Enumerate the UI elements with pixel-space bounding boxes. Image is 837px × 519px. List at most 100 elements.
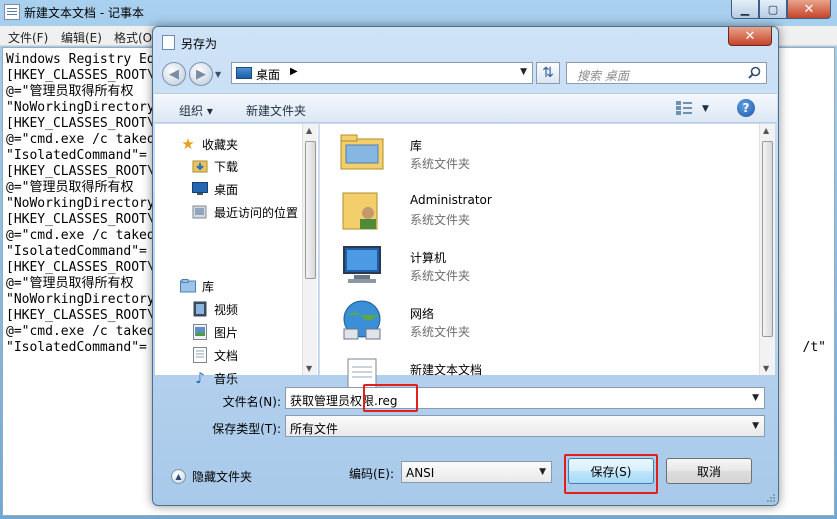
nav-documents[interactable]: 文档 [192, 345, 238, 365]
nav-pictures[interactable]: 图片 [192, 322, 238, 342]
scroll-up-icon[interactable]: ▲ [306, 126, 312, 135]
back-button[interactable]: ◀ [162, 62, 186, 86]
nav-label: 库 [202, 279, 215, 294]
minimize-button[interactable]: ▁ [731, 0, 759, 19]
file-list: 库 系统文件夹 Administrator 系统文件夹 计算机 系统文件夹 网络… [319, 124, 775, 396]
new-folder-button[interactable]: 新建文件夹 [246, 102, 306, 119]
scroll-down-icon[interactable]: ▼ [306, 364, 312, 373]
file-name: 计算机 [410, 251, 447, 265]
encoding-value: ANSI [406, 466, 435, 480]
filename-dropdown-icon[interactable]: ▼ [752, 393, 759, 403]
nav-label: 桌面 [214, 182, 239, 197]
save-type-value: 所有文件 [290, 422, 339, 436]
scroll-down-icon[interactable]: ▼ [763, 364, 769, 373]
desktop-icon [192, 181, 208, 197]
nav-label: 视频 [214, 302, 239, 317]
address-bar[interactable]: 桌面 ▶ ▼ [231, 62, 533, 84]
list-item[interactable]: 网络 系统文件夹 [338, 297, 738, 351]
caption-buttons: ▁ ▢ ✕ [731, 0, 831, 19]
search-icon[interactable] [748, 66, 761, 79]
file-name: Administrator [410, 193, 492, 207]
address-location[interactable]: 桌面 [256, 66, 280, 83]
list-item[interactable]: 计算机 系统文件夹 [338, 241, 738, 295]
hide-folders-toggle[interactable]: ▲ 隐藏文件夹 [171, 468, 252, 485]
notepad-app-icon [4, 4, 20, 20]
user-folder-icon [342, 192, 378, 230]
text-line: [HKEY_CLASSES_ROOT\ [6, 308, 155, 323]
save-button[interactable]: 保存(S) [568, 458, 654, 484]
menu-edit[interactable]: 编辑(E) [61, 29, 102, 46]
navigation-pane: ★ 收藏夹 下载 桌面 最近访问的位置 库 视频 图片 文档 ♪ 音乐 ▲ ▼ [155, 124, 318, 387]
back-arrow-icon: ◀ [169, 66, 179, 82]
collapse-icon: ▲ [171, 469, 186, 484]
dialog-close-button[interactable]: ✕ [728, 27, 772, 46]
close-button[interactable]: ✕ [787, 0, 831, 19]
organize-menu[interactable]: 组织 ▾ [179, 102, 213, 119]
text-line: @="管理员取得所有权 [6, 276, 134, 291]
close-icon: ✕ [744, 28, 756, 44]
menu-file[interactable]: 文件(F) [8, 29, 48, 46]
save-type-select[interactable]: 所有文件 ▼ [285, 415, 765, 437]
scrollbar-thumb[interactable] [305, 141, 316, 279]
text-line: @="cmd.exe /c takeo [6, 228, 155, 243]
scrollbar-thumb[interactable] [762, 141, 773, 337]
scroll-up-icon[interactable]: ▲ [763, 126, 769, 135]
save-type-dropdown-icon[interactable]: ▼ [752, 421, 759, 431]
nav-libraries[interactable]: 库 [180, 276, 214, 296]
view-dropdown-icon[interactable]: ▼ [702, 104, 709, 114]
forward-arrow-icon: ▶ [196, 66, 206, 82]
menu-format[interactable]: 格式(O) [114, 29, 157, 46]
close-icon: ✕ [803, 1, 815, 17]
encoding-select[interactable]: ANSI ▼ [401, 461, 552, 483]
save-as-dialog: 另存为 ✕ ◀ ▶ ▼ 桌面 ▶ ▼ ⇅ 搜索 桌面 组织 ▾ 新建文件夹 ▼ … [152, 26, 779, 506]
documents-icon [192, 347, 208, 363]
encoding-dropdown-icon[interactable]: ▼ [539, 467, 546, 477]
recent-locations-dropdown[interactable]: ▼ [215, 70, 221, 79]
file-name: 网络 [410, 307, 435, 321]
file-list-scrollbar[interactable]: ▲ ▼ [759, 124, 775, 375]
nav-desktop[interactable]: 桌面 [192, 179, 238, 199]
document-icon [162, 35, 175, 50]
nav-label: 图片 [214, 325, 239, 340]
help-button[interactable]: ? [737, 99, 755, 117]
filename-label: 文件名(N): [222, 395, 281, 409]
search-box[interactable]: 搜索 桌面 [566, 62, 767, 84]
list-item[interactable]: Administrator 系统文件夹 [338, 185, 738, 239]
cancel-button[interactable]: 取消 [666, 458, 752, 484]
forward-button[interactable]: ▶ [189, 62, 213, 86]
nav-recent-places[interactable]: 最近访问的位置 [192, 202, 298, 222]
nav-label: 下载 [214, 159, 239, 174]
refresh-icon: ⇅ [542, 65, 554, 81]
view-options-icon[interactable] [676, 101, 692, 115]
downloads-folder-icon [192, 158, 208, 174]
text-line: @="cmd.exe /c takeo [6, 132, 155, 147]
file-type: 系统文件夹 [410, 325, 471, 339]
video-icon [192, 301, 208, 317]
resize-grip-icon[interactable] [765, 492, 775, 502]
save-type-label: 保存类型(T): [212, 422, 281, 436]
text-line: "IsolatedCommand"= [6, 148, 147, 163]
nav-videos[interactable]: 视频 [192, 299, 238, 319]
navigation-scrollbar[interactable]: ▲ ▼ [302, 124, 317, 375]
address-dropdown-icon[interactable]: ▼ [520, 67, 527, 77]
nav-label: 文档 [214, 348, 239, 363]
text-line: "IsolatedCommand"= [6, 244, 147, 259]
maximize-icon: ▢ [767, 2, 779, 16]
text-line: [HKEY_CLASSES_ROOT\ [6, 116, 155, 131]
breadcrumb-chevron-icon[interactable]: ▶ [290, 66, 298, 77]
text-line: [HKEY_CLASSES_ROOT\ [6, 212, 155, 227]
text-line-fragment: /t" [802, 340, 826, 355]
maximize-button[interactable]: ▢ [759, 0, 787, 19]
filename-input[interactable]: 获取管理员权限.reg ▼ [285, 387, 765, 409]
text-line: "NoWorkingDirectory [6, 292, 155, 307]
nav-label: 最近访问的位置 [214, 205, 299, 220]
nav-label: 音乐 [214, 371, 239, 386]
nav-music[interactable]: ♪ 音乐 [192, 368, 238, 388]
refresh-button[interactable]: ⇅ [536, 62, 560, 84]
nav-downloads[interactable]: 下载 [192, 156, 238, 176]
text-line: "NoWorkingDirectory [6, 100, 155, 115]
nav-favorites[interactable]: ★ 收藏夹 [180, 134, 238, 154]
notepad-titlebar[interactable]: 新建文本文档 - 记事本 ▁ ▢ ✕ [0, 0, 837, 26]
encoding-label: 编码(E): [349, 467, 394, 481]
list-item[interactable]: 库 系统文件夹 [338, 129, 738, 183]
